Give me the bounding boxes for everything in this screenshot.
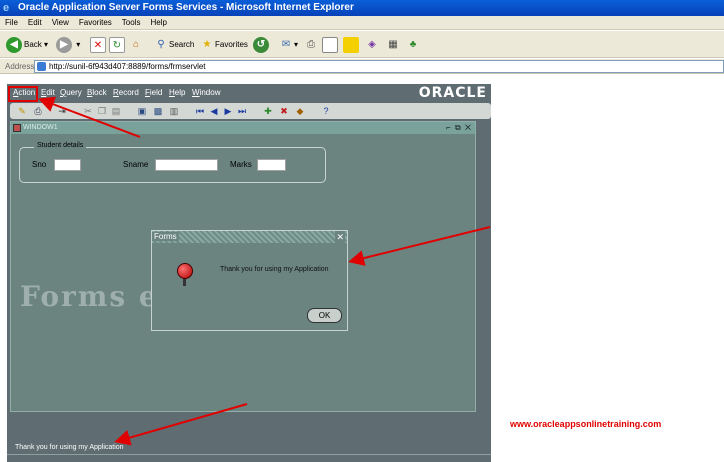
arrow-to-dialog (348, 226, 491, 266)
annotation-arrows (38, 96, 491, 446)
arrow-to-status-bar (114, 403, 248, 446)
arrow-to-action-menu (38, 96, 141, 138)
website-url: www.oracleappsonlinetraining.com (510, 419, 662, 429)
